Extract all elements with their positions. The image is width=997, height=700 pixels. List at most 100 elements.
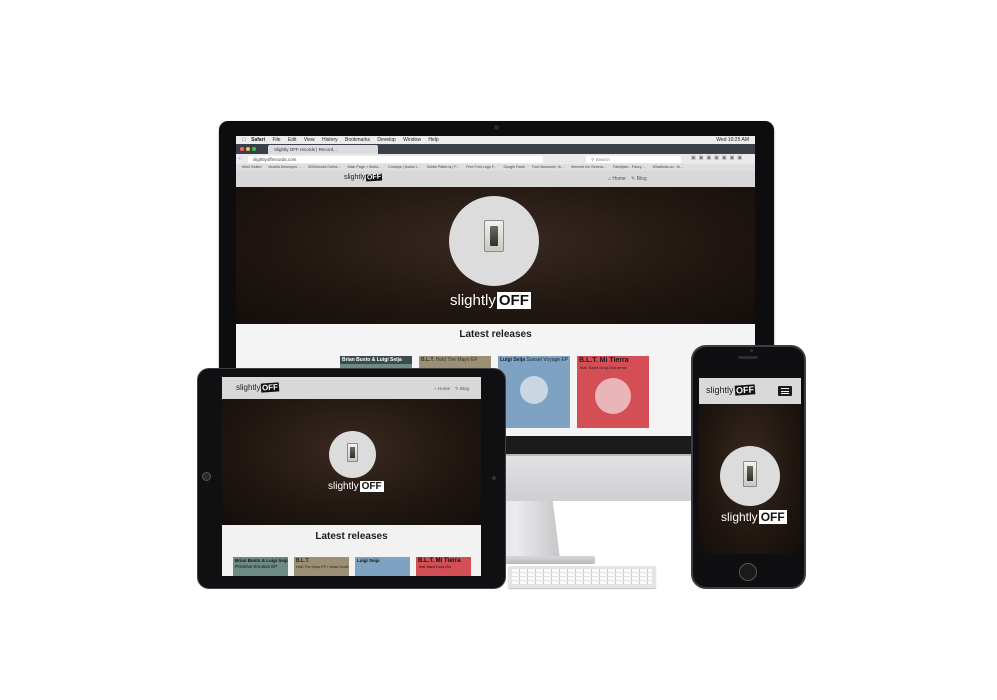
menubar-clock: Wed 10:25 AM xyxy=(716,137,749,143)
tablet-hero-logo-text: slightly xyxy=(328,481,359,492)
menu-help[interactable]: Help xyxy=(428,137,438,143)
bookmark-item[interactable]: Familyfan - Fancy ... xyxy=(613,165,646,169)
tablet-site-logo[interactable]: slightly OFF xyxy=(236,382,280,393)
release-2-title: Hold The Mayo EP xyxy=(435,357,478,363)
zoom-window-icon[interactable] xyxy=(252,147,256,151)
ipad-home-button[interactable] xyxy=(202,472,211,481)
release-3-title: Sunset Voyage EP xyxy=(526,357,569,363)
mobile-hero-logo: slightly OFF xyxy=(721,510,787,524)
bookmark-item[interactable]: Most Visited xyxy=(242,165,262,169)
release-card-4[interactable]: B.L.T. Mi Tierra feat. Band Drop-Out rem… xyxy=(577,356,649,428)
nav-home[interactable]: ⌂ Home xyxy=(608,176,626,182)
tablet-switch-rocker xyxy=(350,447,355,458)
switch-rocker xyxy=(490,226,498,246)
browser-tab-active[interactable]: Slightly OFF records | Record... xyxy=(268,145,378,154)
tablet-hero-logo-off: OFF xyxy=(359,481,384,492)
tablet-nav-blog[interactable]: ✎ Blog xyxy=(455,386,469,392)
tablet-release-3-artist: Luigi Seija xyxy=(357,558,380,563)
iphone-camera xyxy=(750,349,753,352)
bookmark-item[interactable]: Mozilla Developer ... xyxy=(269,165,302,169)
release-card-3[interactable]: Luigi Seija Sunset Voyage EP xyxy=(498,356,570,428)
tablet-release-card-3[interactable]: Luigi Seija xyxy=(355,557,410,576)
site-navbar xyxy=(236,171,755,187)
bookmark-item[interactable]: Google Fonts xyxy=(504,165,526,169)
bookmark-item[interactable]: Font Awesome, th... xyxy=(532,165,564,169)
tablet-release-card-1[interactable]: Brian Busto & Luigi Seija Primitive Emot… xyxy=(233,557,288,576)
menu-develop[interactable]: Develop xyxy=(377,137,395,143)
keyboard xyxy=(508,566,656,588)
bookmark-item[interactable]: Main Page » World... xyxy=(348,165,382,169)
toolbar-icons[interactable]: ▣▣▣▣▣▣▣ xyxy=(691,155,745,161)
mobile-switch-rocker xyxy=(747,466,753,481)
hero-logo-text: slightly xyxy=(450,292,496,309)
tablet-nav-home-label: Home xyxy=(437,386,450,391)
apple-icon[interactable]:  xyxy=(242,137,246,143)
tablet-hero-logo: slightly OFF xyxy=(328,481,384,492)
section-title: Latest releases xyxy=(459,329,532,340)
search-icon: ⚲ xyxy=(591,156,595,162)
logo-text: slightly xyxy=(344,174,366,181)
ipad-camera xyxy=(492,476,496,480)
bookmark-item[interactable]: Vermont Ice Genera... xyxy=(571,165,606,169)
tablet-section-title: Latest releases xyxy=(315,531,388,542)
hero-logo: slightly OFF xyxy=(450,292,531,309)
search-input[interactable]: ⚲ Search xyxy=(586,155,681,163)
home-icon: ⌂ xyxy=(434,386,437,391)
bookmark-item[interactable]: Subtle Patterns | F... xyxy=(427,165,459,169)
blog-icon: ✎ xyxy=(631,176,636,182)
mobile-logo-text: slightly xyxy=(706,385,734,395)
tablet-logo-text: slightly xyxy=(236,383,261,392)
site-logo[interactable]: slightly OFF xyxy=(344,173,383,182)
tablet-nav-home[interactable]: ⌂ Home xyxy=(434,386,450,391)
mobile-site-logo[interactable]: slightly OFF xyxy=(706,384,755,396)
release-3-switch-icon xyxy=(520,376,548,404)
tablet-release-card-2[interactable]: B.L.T. Hold The Mayo EP / Jesse Scotti xyxy=(294,557,349,576)
tablet-release-card-4[interactable]: B.L.T. Mi Tierra feat. Band Drop-Out xyxy=(416,557,471,576)
mobile-screen: slightly OFF slightly OFF xyxy=(699,378,801,554)
tablet-release-2-artist: B.L.T. xyxy=(296,558,310,564)
mobile-hero-logo-text: slightly xyxy=(721,510,758,524)
nav-home-label: Home xyxy=(612,176,626,182)
minimize-window-icon[interactable] xyxy=(246,147,250,151)
tab-title: Slightly OFF records | Record... xyxy=(274,147,337,152)
home-icon: ⌂ xyxy=(608,176,612,182)
tablet-screen: slightly OFF ⌂ Home ✎ Blog slightly OFF La… xyxy=(222,377,481,576)
nav-blog[interactable]: ✎ Blog xyxy=(631,176,647,182)
bookmark-item[interactable]: Free Font Logo F... xyxy=(466,165,496,169)
hamburger-menu-icon[interactable] xyxy=(778,386,792,396)
mobile-logo-off: OFF xyxy=(734,384,755,396)
tablet-release-2-title: Hold The Mayo EP / Jesse Scotti xyxy=(296,565,349,569)
release-4-switch-icon xyxy=(595,378,631,414)
nav-blog-label: Blog xyxy=(636,176,647,182)
menu-bookmarks[interactable]: Bookmarks xyxy=(345,137,370,143)
iphone-speaker xyxy=(738,356,758,359)
hero-logo-off: OFF xyxy=(496,292,531,309)
menu-window[interactable]: Window xyxy=(403,137,421,143)
release-3-artist: Luigi Seija xyxy=(500,357,526,363)
imac-camera xyxy=(494,125,499,130)
blog-icon: ✎ xyxy=(455,386,459,391)
menu-file[interactable]: File xyxy=(272,137,280,143)
tablet-logo-off: OFF xyxy=(261,382,280,393)
logo-off: OFF xyxy=(366,173,383,182)
mac-menubar:  Safari File Edit View History Bookmark… xyxy=(236,136,755,144)
iphone-home-button[interactable] xyxy=(739,563,757,581)
bookmark-item[interactable]: Codrops | Useful I... xyxy=(388,165,420,169)
tablet-release-4-title: feat. Band Drop-Out xyxy=(419,565,452,569)
tablet-release-1-artist: Brian Busto & Luigi Seija xyxy=(235,558,288,563)
bookmark-item[interactable]: Whatfonts.co - th... xyxy=(653,165,683,169)
release-1-artist: Brian Busto & Luigi Seija xyxy=(340,356,412,364)
back-arrow-icon[interactable]: ‹ xyxy=(239,156,241,162)
search-placeholder: Search xyxy=(595,156,610,162)
release-4-artist: B.L.T. Mi Tierra xyxy=(579,357,629,364)
menu-app[interactable]: Safari xyxy=(251,137,265,143)
menu-history[interactable]: History xyxy=(322,137,338,143)
url-text: slightlyoffrecords.com xyxy=(253,156,297,162)
tablet-release-1-title: Primitive Emotion EP xyxy=(235,564,278,569)
menu-view[interactable]: View xyxy=(304,137,315,143)
release-2-artist: B.L.T. xyxy=(421,357,435,363)
menu-edit[interactable]: Edit xyxy=(288,137,297,143)
close-window-icon[interactable] xyxy=(240,147,244,151)
bookmark-item[interactable]: W3Schools Online... xyxy=(308,165,341,169)
url-field[interactable]: slightlyoffrecords.com xyxy=(248,155,543,163)
